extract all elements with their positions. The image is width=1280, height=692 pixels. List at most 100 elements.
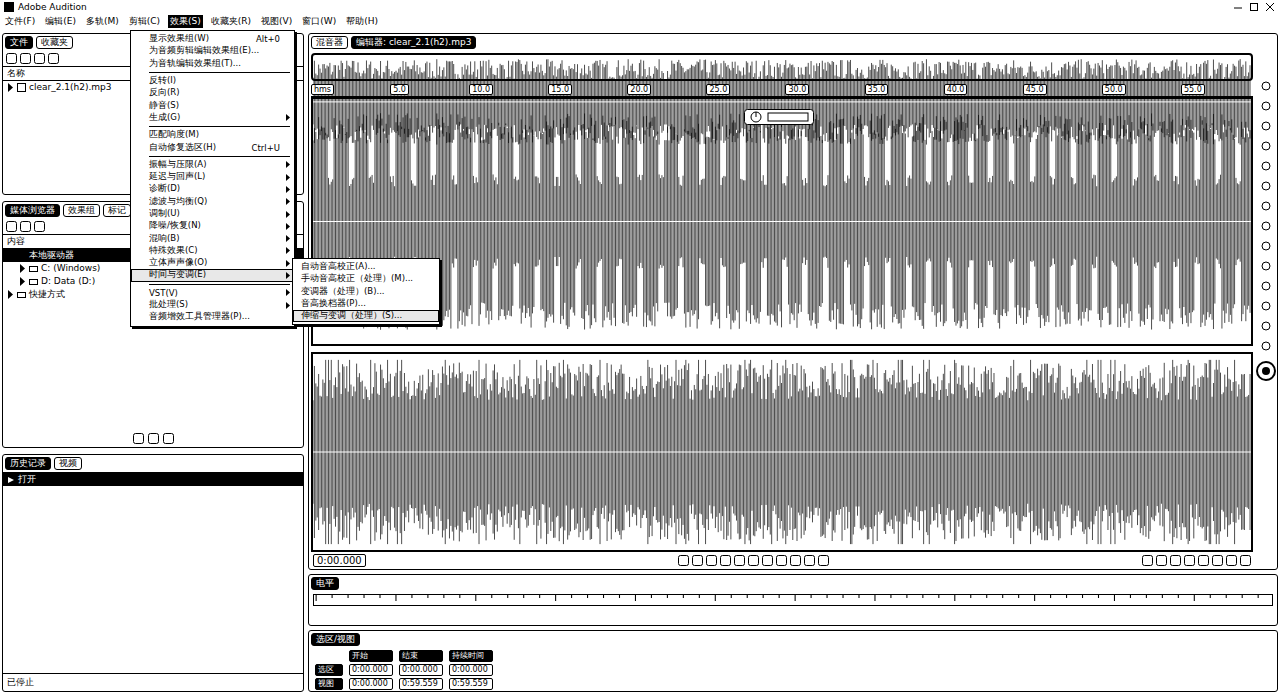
panel-tab[interactable]: 收藏夹 <box>36 36 73 49</box>
collapse-icon[interactable] <box>7 251 14 260</box>
menu-item[interactable]: 振幅与压限(A) <box>131 159 294 171</box>
history-item[interactable]: 打开 <box>3 473 303 486</box>
skip-icon[interactable] <box>804 555 815 566</box>
expand-icon[interactable] <box>19 264 26 273</box>
menu-bar-item[interactable]: 多轨(M) <box>84 15 121 28</box>
view-icon[interactable] <box>163 433 174 444</box>
menu-item[interactable]: 特殊效果(C) <box>131 245 294 257</box>
zoom-out-right-icon[interactable] <box>1240 555 1251 566</box>
hud-volume-icon[interactable] <box>744 109 814 125</box>
play-icon[interactable] <box>692 555 703 566</box>
menu-item[interactable]: 为音轨编辑效果组(T)... <box>131 58 294 70</box>
zoom-control-icon[interactable] <box>1261 181 1271 191</box>
zoom-out-amp-icon[interactable] <box>1156 555 1167 566</box>
menu-item[interactable]: 批处理(S) <box>131 299 294 311</box>
menu-item[interactable]: 混响(B) <box>131 232 294 244</box>
menu-item[interactable]: 音高换档器(P)... <box>293 298 439 310</box>
menu-item[interactable]: 时间与变调(E) <box>131 269 294 281</box>
panel-tab[interactable]: 编辑器: clear_2.1(h2).mp3 <box>351 36 476 49</box>
output-icon[interactable] <box>818 555 829 566</box>
time-field[interactable]: 0:00.000 <box>349 664 393 676</box>
record-icon[interactable] <box>776 555 787 566</box>
zoom-control-icon[interactable] <box>1261 241 1271 251</box>
time-field[interactable]: 0:59.559 <box>449 678 493 690</box>
overview-strip[interactable] <box>311 53 1253 81</box>
expand-icon[interactable] <box>7 83 14 92</box>
autoplay-icon[interactable] <box>34 221 45 232</box>
rewind-icon[interactable] <box>734 555 745 566</box>
zoom-in-amp-icon[interactable] <box>1142 555 1153 566</box>
zoom-in-time-icon[interactable] <box>1170 555 1181 566</box>
zoom-in-left-icon[interactable] <box>1226 555 1237 566</box>
play-preview-icon[interactable] <box>6 221 17 232</box>
zoom-control-icon[interactable] <box>1261 281 1271 291</box>
open-file-icon[interactable] <box>6 53 17 64</box>
menu-item[interactable]: 为音频剪辑编辑效果组(E)... <box>131 45 294 57</box>
time-field[interactable]: 0:00.000 <box>349 678 393 690</box>
go-start-icon[interactable] <box>720 555 731 566</box>
menu-item[interactable]: 降噪/恢复(N) <box>131 220 294 232</box>
menu-item[interactable]: 滤波与均衡(Q) <box>131 196 294 208</box>
zoom-control-icon[interactable] <box>1261 121 1271 131</box>
zoom-control-icon[interactable] <box>1261 161 1271 171</box>
expand-icon[interactable] <box>19 277 26 286</box>
zoom-sel-icon[interactable] <box>1212 555 1223 566</box>
refresh-icon[interactable] <box>133 433 144 444</box>
go-end-icon[interactable] <box>762 555 773 566</box>
menu-item[interactable]: 变调器（处理）(B)... <box>293 286 439 298</box>
menu-bar-item[interactable]: 编辑(E) <box>43 15 78 28</box>
zoom-full-icon[interactable] <box>1198 555 1209 566</box>
menu-item[interactable]: 自动修复选区(H)Ctrl+U <box>131 141 294 153</box>
time-field[interactable]: 0:00.000 <box>449 664 493 676</box>
shortcut-icon[interactable] <box>148 433 159 444</box>
zoom-control-icon[interactable] <box>1261 141 1271 151</box>
panel-tab[interactable]: 文件 <box>5 36 33 49</box>
minimize-icon[interactable] <box>1232 2 1244 12</box>
menu-item[interactable]: 音频增效工具管理器(P)... <box>131 311 294 323</box>
zoom-control-icon[interactable] <box>1261 221 1271 231</box>
zoom-out-time-icon[interactable] <box>1184 555 1195 566</box>
menu-item[interactable]: 生成(G) <box>131 112 294 124</box>
panel-tab[interactable]: 媒体浏览器 <box>5 204 60 217</box>
menu-bar-item[interactable]: 视图(V) <box>259 15 294 28</box>
menu-item[interactable]: 延迟与回声(L) <box>131 171 294 183</box>
menu-item[interactable]: 自动音高校正(A)... <box>293 261 439 273</box>
panel-tab[interactable]: 效果组 <box>63 204 100 217</box>
menu-bar-item[interactable]: 剪辑(C) <box>127 15 162 28</box>
menu-item[interactable]: 反向(R) <box>131 87 294 99</box>
panel-tab[interactable]: 混音器 <box>311 36 348 49</box>
maximize-icon[interactable] <box>1248 2 1260 12</box>
delete-icon[interactable] <box>48 53 59 64</box>
stop-icon[interactable] <box>678 555 689 566</box>
loop-icon[interactable] <box>20 221 31 232</box>
menu-item[interactable]: VST(V) <box>131 287 294 299</box>
menu-item[interactable]: 伸缩与变调（处理）(S)... <box>293 310 439 322</box>
scroll-knob-icon[interactable] <box>1256 361 1276 381</box>
panel-tab[interactable]: 视频 <box>54 457 82 470</box>
menu-item[interactable]: 匹配响度(M) <box>131 129 294 141</box>
expand-icon[interactable] <box>7 290 14 299</box>
menu-item[interactable]: 静音(S) <box>131 99 294 111</box>
menu-bar-item[interactable]: 文件(F) <box>3 15 37 28</box>
menu-item[interactable]: 诊断(D) <box>131 183 294 195</box>
menu-bar-item[interactable]: 窗口(W) <box>300 15 338 28</box>
zoom-control-icon[interactable] <box>1261 341 1271 351</box>
time-field[interactable]: 0:59.559 <box>399 678 443 690</box>
panel-tab[interactable]: 标记 <box>103 204 131 217</box>
menu-item[interactable]: 调制(U) <box>131 208 294 220</box>
menu-bar-item[interactable]: 帮助(H) <box>344 15 380 28</box>
menu-bar-item[interactable]: 效果(S) <box>168 15 203 28</box>
forward-icon[interactable] <box>748 555 759 566</box>
zoom-control-icon[interactable] <box>1261 301 1271 311</box>
loop-icon[interactable] <box>790 555 801 566</box>
import-icon[interactable] <box>20 53 31 64</box>
zoom-control-icon[interactable] <box>1261 81 1271 91</box>
close-icon[interactable] <box>1264 2 1276 12</box>
panel-tab[interactable]: 历史记录 <box>5 457 51 470</box>
menu-bar-item[interactable]: 收藏夹(R) <box>209 15 253 28</box>
zoom-control-icon[interactable] <box>1261 101 1271 111</box>
menu-item[interactable]: 立体声声像(O) <box>131 257 294 269</box>
menu-item[interactable]: 反转(I) <box>131 75 294 87</box>
zoom-control-icon[interactable] <box>1261 201 1271 211</box>
pause-icon[interactable] <box>706 555 717 566</box>
